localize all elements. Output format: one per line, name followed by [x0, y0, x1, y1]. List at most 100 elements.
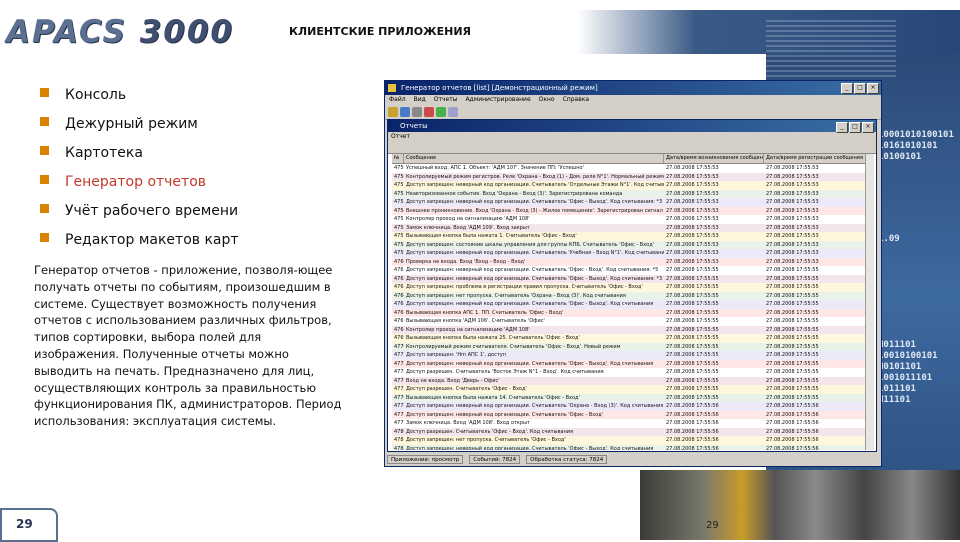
cell-number: 4764 [394, 292, 404, 299]
table-row[interactable]: 4750Успешный вход: АПС 1. Объект: 'АДМ 1… [392, 164, 866, 173]
cell-occurred: 27.08.2008 17:55:53 [666, 199, 719, 205]
cell-number: 4762 [394, 275, 404, 282]
table-row[interactable]: 4768Контролер проход на сигнализацию 'АД… [392, 325, 866, 334]
table-row[interactable]: 4757Вызывающая кнопка была нажата 1. Счи… [392, 232, 866, 241]
refresh-icon[interactable] [436, 107, 446, 117]
filter-icon[interactable] [424, 107, 434, 117]
nav-item-report-generator[interactable]: Генератор отчетов [40, 167, 239, 196]
cell-number: 4777 [394, 403, 404, 409]
nav-item-console[interactable]: Консоль [40, 80, 239, 109]
reports-window: Отчеты _ □ × Отчет № Сообщение Дата/врем… [387, 119, 877, 452]
decorative-photo-strip [640, 470, 960, 540]
close-button[interactable]: × [867, 83, 879, 94]
cell-occurred: 27.08.2008 17:55:56 [666, 420, 719, 426]
table-row[interactable]: 4779Замок ключница. Вход 'АДМ 108'. Вход… [392, 419, 866, 428]
table-row[interactable]: 4774Вход не входа. Вход 'Дверь - Офис' 27… [392, 376, 866, 385]
reports-window-title: Отчеты [400, 122, 428, 130]
maximize-button[interactable]: □ [854, 83, 866, 94]
cell-registered: 27.08.2008 17:55:55 [766, 394, 819, 401]
menu-window[interactable]: Окно [539, 95, 555, 105]
cell-registered: 27.08.2008 17:55:55 [766, 377, 819, 384]
cell-message: Проверка не входа. Вход 'Вход - Вход - В… [406, 258, 526, 265]
table-row[interactable]: 4777Доступ запрещен: неверный код органи… [392, 402, 866, 411]
table-row[interactable]: 4759Доступ запрещен: неверный код органи… [392, 249, 866, 258]
logo-brand: APACS [6, 14, 127, 50]
table-row[interactable]: 4780Доступ разрешен. Считыватель 'Офис -… [392, 427, 866, 436]
table-row[interactable]: 4762Доступ запрещен: неверный код органи… [392, 274, 866, 283]
column-header[interactable]: Сообщение [404, 154, 664, 163]
nav-item-map-editor[interactable]: Редактор макетов карт [40, 225, 239, 254]
open-icon[interactable] [388, 107, 398, 117]
table-row[interactable]: 4761Доступ запрещен: неверный код органи… [392, 266, 866, 275]
table-row[interactable]: 4778Доступ запрещен: неверный код органи… [392, 410, 866, 419]
nav-item-time-tracking[interactable]: Учёт рабочего времени [40, 196, 239, 225]
table-row[interactable]: 4764Доступ запрещен: нет пропуска. Считы… [392, 291, 866, 300]
nav-item-label: Учёт рабочего времени [65, 202, 239, 219]
table-row[interactable]: 4756Замок ключница. Вход 'АДМ 109'. Вход… [392, 223, 866, 232]
cell-registered: 27.08.2008 17:55:55 [766, 386, 819, 392]
cell-occurred: 27.08.2008 17:55:53 [666, 207, 719, 214]
cell-number: 4754 [394, 207, 404, 214]
table-row[interactable]: 4755Контролер проход на сигнализацию 'АД… [392, 215, 866, 224]
table-row[interactable]: 4771Доступ запрещен: 'Hm АПС 1', доступ 2… [392, 351, 866, 360]
column-header[interactable]: Дата/время регистрации сообщения [764, 154, 866, 163]
column-header[interactable]: № [392, 154, 404, 163]
code-line: 10100101 [878, 152, 922, 162]
cell-message: Доступ запрещен: нет пропуска. Считывате… [406, 292, 626, 299]
cell-message: Контролируемый режим регистров. Реле 'Ох… [406, 173, 664, 180]
app-icon [388, 84, 396, 92]
table-row[interactable]: 4763Доступ запрещен: проблема в регистра… [392, 283, 866, 292]
table-row[interactable]: 4753Доступ запрещен: неверный код органи… [392, 198, 866, 207]
cell-message: Вызывающая кнопка была нажата 25. Считыв… [406, 335, 580, 341]
print-icon[interactable] [412, 107, 422, 117]
table-row[interactable]: 4752Неавторизованное событие. Вход 'Охра… [392, 189, 866, 198]
table-row[interactable]: 4781Доступ запрещен: нет пропуска. Считы… [392, 436, 866, 445]
child-close-button[interactable]: × [862, 122, 874, 133]
menu-file[interactable]: Файл [389, 95, 406, 105]
nav-item-duty-mode[interactable]: Дежурный режим [40, 109, 239, 138]
vertical-scrollbar[interactable] [865, 154, 874, 450]
cell-occurred: 27.08.2008 17:55:55 [666, 309, 719, 316]
table-row[interactable]: 4769Вызывающая кнопка была нажата 25. Сч… [392, 334, 866, 343]
table-row[interactable]: 4776Вызывающая кнопка была нажата 14. Сч… [392, 393, 866, 402]
table-row[interactable]: 4750Контролируемый режим регистров. Реле… [392, 172, 866, 181]
table-header: № Сообщение Дата/время возникновения соо… [392, 154, 866, 164]
menu-view[interactable]: Вид [414, 95, 426, 105]
cell-occurred: 27.08.2008 17:55:55 [666, 326, 719, 333]
menu-help[interactable]: Справка [563, 95, 589, 105]
cell-registered: 27.08.2008 17:55:55 [766, 326, 819, 333]
minimize-button[interactable]: _ [841, 83, 853, 94]
table-row[interactable]: 4760Проверка не входа. Вход 'Вход - Вход… [392, 257, 866, 266]
table-row[interactable]: 4758Доступ запрещен: состояние шкалы упр… [392, 240, 866, 249]
table-row[interactable]: 4782Доступ запрещен: неверный код органи… [392, 444, 866, 450]
cell-message: Контролируемый режим считывателя. Считыв… [406, 343, 621, 350]
table-row[interactable]: 4767Вызывающая кнопка 'АДМ 106'. Считыва… [392, 317, 866, 326]
table-row[interactable]: 4751Доступ запрещен: неверный код органи… [392, 181, 866, 190]
toolbar [385, 105, 881, 120]
cell-occurred: 27.08.2008 17:55:53 [666, 233, 719, 239]
cell-occurred: 27.08.2008 17:55:55 [666, 377, 719, 384]
table-row[interactable]: 4772Доступ запрещен: неверный код органи… [392, 359, 866, 368]
settings-icon[interactable] [448, 107, 458, 117]
child-maximize-button[interactable]: □ [849, 122, 861, 133]
menu-admin[interactable]: Администрирование [465, 95, 530, 105]
nav-item-card-index[interactable]: Картотека [40, 138, 239, 167]
save-icon[interactable] [400, 107, 410, 117]
column-header[interactable]: Дата/время возникновения сообщения [664, 154, 764, 163]
table-row[interactable]: 4754Внешнее проникновение. Вход 'Охрана … [392, 206, 866, 215]
child-minimize-button[interactable]: _ [836, 122, 848, 133]
table-row[interactable]: 4766Вызывающая кнопка АПС 1. ПП. Считыва… [392, 308, 866, 317]
cell-number: 4757 [394, 233, 404, 239]
cell-registered: 27.08.2008 17:55:55 [766, 352, 819, 358]
table-row[interactable]: 4775Доступ разрешен. Считыватель 'Офис -… [392, 385, 866, 394]
menu-report[interactable]: Отчет [391, 133, 410, 140]
nav-list: Консоль Дежурный режим Картотека Генерат… [40, 80, 239, 254]
code-line: N0101101 [878, 362, 922, 372]
cell-registered: 27.08.2008 17:55:53 [766, 224, 819, 231]
cell-occurred: 27.08.2008 17:55:53 [666, 182, 719, 188]
table-row[interactable]: 4773Доступ разрешен. Считыватель 'Восток… [392, 368, 866, 377]
cell-message: Внешнее проникновение. Вход 'Охрана - Вх… [406, 207, 663, 214]
menu-reports[interactable]: Отчеты [434, 95, 458, 105]
table-row[interactable]: 4765Доступ запрещен: неверный код органи… [392, 300, 866, 309]
table-row[interactable]: 4770Контролируемый режим считывателя. Сч… [392, 342, 866, 351]
